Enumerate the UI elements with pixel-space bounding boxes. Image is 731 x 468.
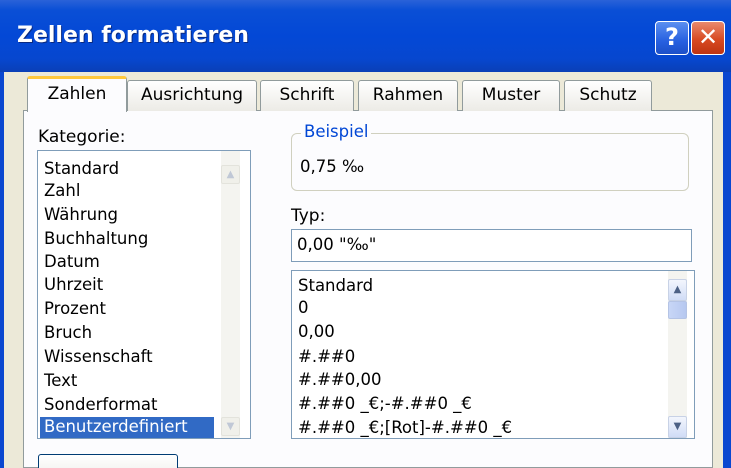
scroll-up-button[interactable]: ▲ — [668, 279, 687, 301]
list-item[interactable]: Uhrzeit — [44, 275, 103, 294]
tab-label: Schrift — [279, 85, 335, 105]
list-item[interactable]: #.##0 _€;-#.##0 _€ — [298, 394, 472, 413]
close-icon: ✕ — [697, 23, 719, 51]
bottom-button[interactable] — [38, 454, 178, 468]
category-scrollbar[interactable]: ▲ ▼ — [221, 151, 240, 438]
dialog-frame-right — [723, 72, 731, 468]
tab-muster[interactable]: Muster — [462, 80, 560, 111]
chevron-up-icon: ▲ — [673, 284, 682, 295]
list-item[interactable]: 0,00 — [298, 322, 335, 341]
chevron-down-icon: ▼ — [226, 421, 235, 432]
chevron-up-icon: ▲ — [226, 169, 235, 180]
tab-schrift[interactable]: Schrift — [260, 80, 354, 111]
tab-label: Schutz — [579, 85, 637, 105]
list-item[interactable]: Bruch — [44, 323, 92, 342]
sample-legend: Beispiel — [301, 122, 372, 141]
category-label: Kategorie: — [38, 127, 126, 147]
list-item-selected[interactable]: Benutzerdefiniert — [40, 417, 214, 438]
list-item[interactable]: Standard — [298, 276, 373, 295]
tab-zahlen[interactable]: Zahlen — [27, 76, 127, 112]
help-icon: ? — [665, 23, 679, 51]
window-title: Zellen formatieren — [17, 23, 249, 48]
list-item[interactable]: Sonderformat — [44, 395, 158, 414]
scroll-up-button[interactable]: ▲ — [221, 165, 240, 184]
list-item[interactable]: #.##0 _€;[Rot]-#.##0 _€ — [298, 418, 512, 437]
sample-value: 0,75 ‰ — [300, 157, 365, 176]
close-button[interactable]: ✕ — [691, 21, 725, 55]
list-item[interactable]: Standard — [44, 159, 119, 178]
scroll-down-button[interactable]: ▼ — [221, 417, 240, 436]
list-item[interactable]: Wissenschaft — [44, 347, 153, 366]
tab-rahmen[interactable]: Rahmen — [358, 80, 458, 111]
type-listbox[interactable]: Standard 0 0,00 #.##0 #.##0,00 #.##0 _€;… — [291, 270, 695, 439]
tab-label: Rahmen — [372, 85, 444, 105]
list-item[interactable]: Zahl — [44, 181, 80, 200]
chevron-down-icon: ▼ — [673, 421, 682, 432]
tab-schutz[interactable]: Schutz — [564, 80, 652, 111]
list-item[interactable]: Währung — [44, 205, 118, 224]
tab-label: Zahlen — [47, 84, 107, 104]
list-item[interactable]: Text — [44, 371, 77, 390]
help-button[interactable]: ? — [655, 21, 689, 55]
list-item[interactable]: Prozent — [44, 299, 106, 318]
dialog-frame-left — [0, 72, 4, 468]
scroll-down-button[interactable]: ▼ — [668, 416, 687, 438]
type-label: Typ: — [291, 206, 326, 226]
tab-label: Muster — [481, 85, 541, 105]
scroll-thumb[interactable] — [668, 301, 687, 319]
category-listbox[interactable]: Standard Zahl Währung Buchhaltung Datum … — [37, 150, 251, 439]
tab-label: Ausrichtung — [140, 85, 244, 105]
list-item[interactable]: 0 — [298, 298, 309, 317]
list-item[interactable]: Datum — [44, 252, 100, 271]
title-bar[interactable]: Zellen formatieren ? ✕ — [0, 0, 731, 72]
type-scrollbar[interactable]: ▲ ▼ — [668, 271, 687, 438]
type-input[interactable]: 0,00 "‰" — [291, 229, 692, 262]
list-item[interactable]: #.##0,00 — [298, 370, 381, 389]
list-item[interactable]: Buchhaltung — [44, 229, 148, 248]
list-item[interactable]: #.##0 — [298, 347, 355, 366]
tab-ausrichtung[interactable]: Ausrichtung — [127, 80, 257, 111]
